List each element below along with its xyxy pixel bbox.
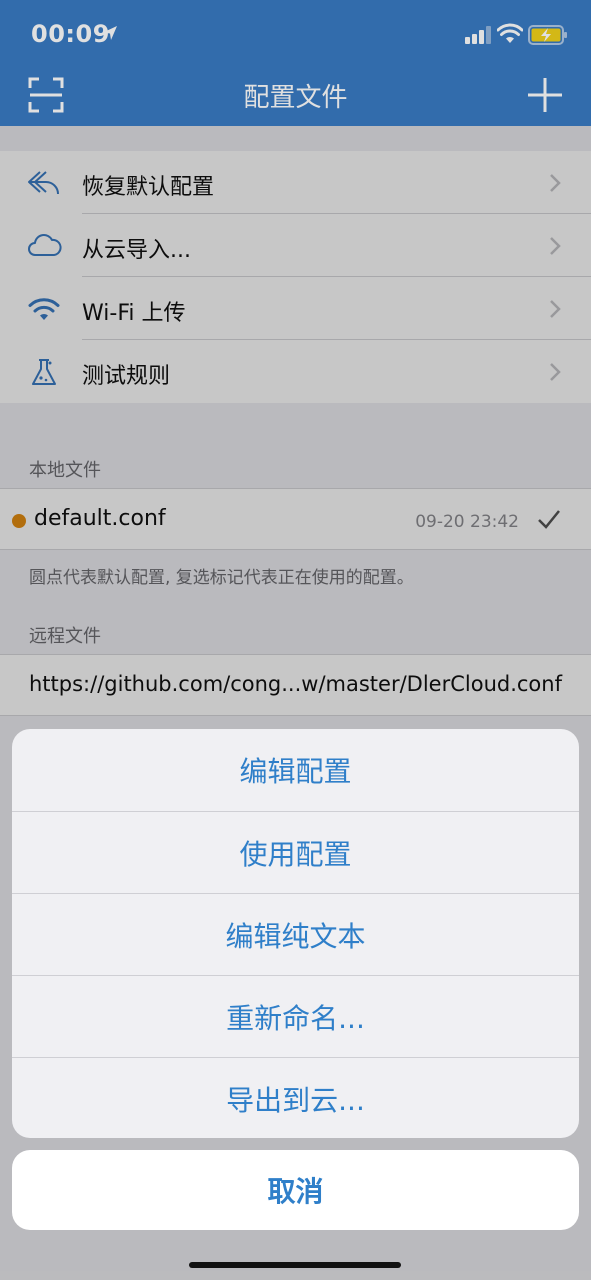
edit-config-button[interactable]: 编辑配置 — [12, 729, 579, 811]
export-cloud-button[interactable]: 导出到云... — [12, 1057, 579, 1138]
use-config-button[interactable]: 使用配置 — [12, 811, 579, 893]
cancel-button[interactable]: 取消 — [12, 1150, 579, 1230]
action-sheet: 编辑配置 使用配置 编辑纯文本 重新命名... 导出到云... — [12, 729, 579, 1138]
screen: 00:09 配置文件 恢复默认配置 从云导入... Wi-Fi 上传 测试规则 … — [0, 0, 591, 1280]
home-indicator[interactable] — [189, 1262, 401, 1268]
dim-overlay-header — [0, 0, 591, 126]
edit-plain-text-button[interactable]: 编辑纯文本 — [12, 893, 579, 975]
rename-button[interactable]: 重新命名... — [12, 975, 579, 1057]
